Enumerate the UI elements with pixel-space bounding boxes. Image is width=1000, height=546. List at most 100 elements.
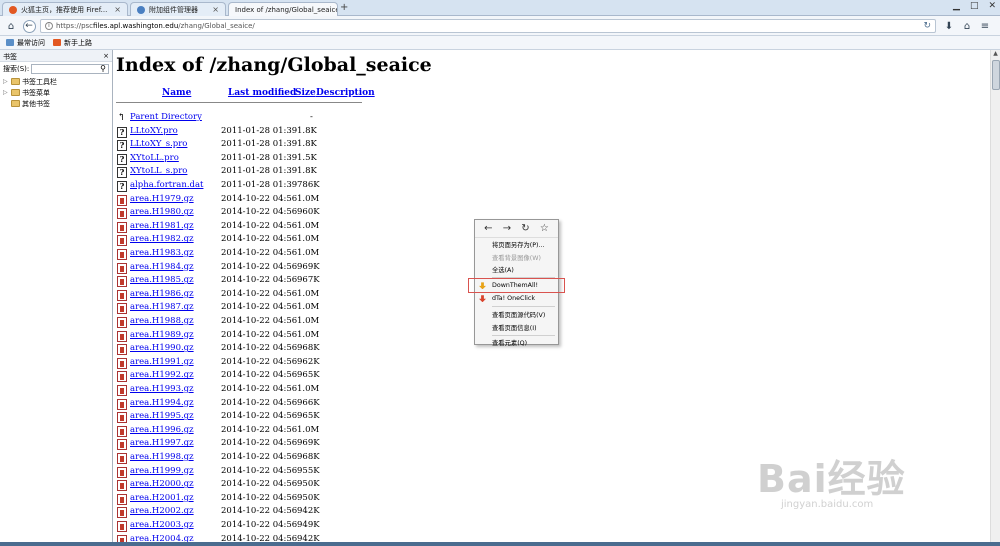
bookmark-folder-icon <box>6 39 14 46</box>
menu-item-select-all[interactable]: 全选(A) <box>475 264 558 277</box>
minimize-button[interactable]: ▁ <box>953 1 960 11</box>
menu-item-dta-oneclick[interactable]: dTa! OneClick <box>475 292 558 305</box>
file-size: 1.8K <box>297 166 317 177</box>
column-header-size[interactable]: Size <box>295 88 316 98</box>
file-link[interactable]: area.H1997.gz <box>130 438 194 448</box>
tab-index-listing[interactable]: Index of /zhang/Global_seaice × <box>228 2 338 16</box>
file-modified: 2011-01-28 01:39 <box>221 139 298 150</box>
compressed-file-icon <box>117 507 127 519</box>
file-modified: 2014-10-22 04:56 <box>221 397 298 408</box>
file-link[interactable]: area.H1990.gz <box>130 343 194 353</box>
file-link[interactable]: area.H1981.gz <box>130 221 194 231</box>
file-link[interactable]: area.H1992.gz <box>130 370 194 380</box>
compressed-file-icon <box>117 249 127 260</box>
tree-label: 其他书签 <box>22 99 50 108</box>
file-link[interactable]: alpha.fortran.dat <box>130 180 203 190</box>
file-link[interactable]: area.H1991.gz <box>130 357 194 367</box>
download-icon[interactable]: ⬇ <box>942 19 956 33</box>
folder-icon <box>11 100 20 107</box>
reload-icon[interactable]: ↻ <box>923 21 931 31</box>
info-icon[interactable]: i <box>45 22 53 30</box>
compressed-file-icon <box>117 493 127 505</box>
sidebar-item-bookmarks-menu[interactable]: ▷ 书签菜单 <box>0 87 112 98</box>
reload-icon[interactable]: ↻ <box>521 223 529 234</box>
sidebar-search: 搜索(S): ⚲ <box>0 62 112 76</box>
file-link[interactable]: LLtoXY.pro <box>130 126 178 136</box>
url-bar[interactable]: i https://psc files.apl.washington.edu/zh… <box>40 19 936 33</box>
file-link[interactable]: area.H1979.gz <box>130 194 194 204</box>
tab-addons-manager[interactable]: 附加组件管理器 × <box>130 2 226 16</box>
file-link[interactable]: area.H1993.gz <box>130 384 194 394</box>
file-modified: 2014-10-22 04:56 <box>221 452 298 462</box>
file-modified: 2014-10-22 04:56 <box>221 302 298 313</box>
file-link[interactable]: area.H1985.gz <box>130 275 194 285</box>
new-tab-button[interactable]: + <box>340 2 348 14</box>
maximize-button[interactable]: □ <box>970 1 979 11</box>
file-link[interactable]: area.H1994.gz <box>130 398 194 408</box>
parent-directory-link[interactable]: Parent Directory <box>130 112 202 122</box>
tab-firefox-home[interactable]: 火狐主页，推荐使用 Firef... × <box>2 2 128 16</box>
menu-item-save-page-as[interactable]: 将页面另存为(P)... <box>475 238 558 251</box>
compressed-file-icon <box>117 453 127 464</box>
forward-icon[interactable]: → <box>503 223 511 234</box>
file-link[interactable]: area.H1982.gz <box>130 234 194 244</box>
sidebar-close-button[interactable]: × <box>103 52 109 60</box>
sidebar-item-bookmarks-toolbar[interactable]: ▷ 书签工具栏 <box>0 76 112 87</box>
file-link[interactable]: area.H1998.gz <box>130 452 194 462</box>
menu-item-view-background-image[interactable]: 查看背景图像(W) <box>475 251 558 264</box>
file-link[interactable]: area.H1987.gz <box>130 302 194 312</box>
compressed-file-icon <box>117 221 127 233</box>
expand-arrow-icon[interactable]: ▷ <box>3 78 9 85</box>
file-link[interactable]: area.H2001.gz <box>130 493 194 503</box>
expand-arrow-icon[interactable]: ▷ <box>3 89 9 96</box>
unknown-file-icon: ? <box>117 153 127 165</box>
file-link[interactable]: area.H1989.gz <box>130 330 194 340</box>
scroll-up-arrow-icon[interactable]: ▲ <box>991 50 1000 59</box>
bookmark-getting-started[interactable]: 新手上路 <box>53 38 92 48</box>
file-size: 969K <box>297 438 320 449</box>
file-link[interactable]: LLtoXY_s.pro <box>130 139 187 149</box>
file-link[interactable]: area.H1986.gz <box>130 289 194 299</box>
menu-item-view-page-info[interactable]: 查看页面信息(I) <box>475 321 558 334</box>
sidebar-item-other-bookmarks[interactable]: 其他书签 <box>0 98 112 109</box>
file-link[interactable]: area.H1995.gz <box>130 411 194 421</box>
close-tab-icon[interactable]: × <box>206 5 219 14</box>
bookmark-most-visited[interactable]: 最常访问 <box>6 38 45 48</box>
menu-item-inspect-element[interactable]: 查看元素(Q) <box>475 337 558 350</box>
column-header-name[interactable]: Name <box>162 88 191 98</box>
search-input[interactable]: ⚲ <box>31 64 109 74</box>
file-link[interactable]: area.H1984.gz <box>130 262 194 272</box>
file-link[interactable]: area.H2000.gz <box>130 479 194 489</box>
back-icon[interactable]: ← <box>484 223 492 234</box>
back-button[interactable]: ← <box>22 19 36 33</box>
column-header-last-modified[interactable]: Last modified <box>228 88 296 98</box>
bookmark-star-icon[interactable]: ☆ <box>540 223 549 234</box>
file-link[interactable]: XYtoLL.pro <box>130 153 179 163</box>
file-link[interactable]: XYtoLL_s.pro <box>130 166 187 176</box>
file-link[interactable]: area.H1999.gz <box>130 466 194 476</box>
menu-icon[interactable]: ≡ <box>978 19 992 33</box>
home-page-icon[interactable]: ⌂ <box>960 19 974 33</box>
menu-item-view-page-source[interactable]: 查看页面源代码(V) <box>475 308 558 321</box>
bookmark-label: 最常访问 <box>17 38 45 47</box>
file-link[interactable]: area.H1980.gz <box>130 207 194 217</box>
file-link[interactable]: area.H1988.gz <box>130 316 194 326</box>
file-link[interactable]: area.H1996.gz <box>130 425 194 435</box>
column-header-description[interactable]: Description <box>316 88 375 98</box>
file-modified: 2014-10-22 04:56 <box>221 479 298 490</box>
close-window-button[interactable]: ✕ <box>988 1 996 11</box>
compressed-file-icon <box>117 303 127 315</box>
file-link[interactable]: area.H2002.gz <box>130 506 194 516</box>
navigation-bar: ⌂ ← i https://psc files.apl.washington.ed… <box>0 16 1000 36</box>
close-tab-icon[interactable]: × <box>108 5 121 14</box>
compressed-file-icon <box>117 276 127 288</box>
scrollbar-thumb[interactable] <box>992 60 1000 90</box>
file-size: 960K <box>297 207 320 218</box>
file-size: 950K <box>297 479 320 490</box>
file-link[interactable]: area.H2003.gz <box>130 520 194 530</box>
file-link[interactable]: area.H1983.gz <box>130 248 194 258</box>
file-size: 1.0M <box>297 248 320 258</box>
vertical-scrollbar[interactable]: ▲ <box>990 50 1000 546</box>
home-icon[interactable]: ⌂ <box>4 19 18 33</box>
tree-label: 书签工具栏 <box>22 77 57 86</box>
